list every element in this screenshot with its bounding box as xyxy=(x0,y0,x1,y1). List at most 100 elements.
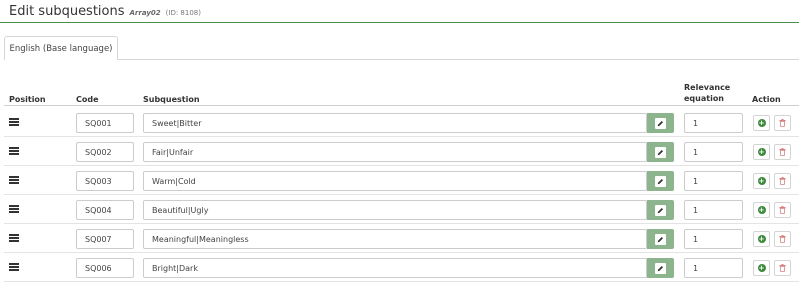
relevance-value: 1 xyxy=(693,205,699,215)
code-value: SQ004 xyxy=(85,205,112,215)
page-title: Edit subquestions xyxy=(9,4,125,19)
column-header-subquestion: Subquestion xyxy=(143,95,200,104)
subquestion-value: Meaningful|Meaningless xyxy=(152,234,249,244)
bars-icon[interactable] xyxy=(9,263,19,271)
plus-circle-icon: + xyxy=(757,177,766,185)
subquestion-value: Bright|Dark xyxy=(152,263,198,273)
pencil-icon xyxy=(655,204,666,216)
code-value: SQ007 xyxy=(85,234,112,244)
relevance-input[interactable]: 1 xyxy=(684,258,743,278)
relevance-value: 1 xyxy=(693,147,699,157)
trash-icon xyxy=(779,119,786,127)
table-row: SQ007 Meaningful|Meaningless 1 + xyxy=(0,225,799,253)
plus-circle-icon: + xyxy=(757,206,766,214)
subquestion-input[interactable]: Beautiful|Ugly xyxy=(143,200,647,220)
code-input[interactable]: SQ002 xyxy=(76,142,134,162)
edit-subquestion-button[interactable] xyxy=(647,142,674,162)
bars-icon[interactable] xyxy=(9,118,19,126)
subquestion-value: Beautiful|Ugly xyxy=(152,205,209,215)
code-input[interactable]: SQ004 xyxy=(76,200,134,220)
tab-base-language[interactable]: English (Base language) xyxy=(4,36,118,60)
trash-icon xyxy=(779,177,786,185)
subquestion-input[interactable]: Sweet|Bitter xyxy=(143,113,647,133)
relevance-input[interactable]: 1 xyxy=(684,200,743,220)
trash-icon xyxy=(779,264,786,272)
delete-subquestion-button[interactable] xyxy=(774,260,791,276)
code-value: SQ002 xyxy=(85,147,112,157)
bars-icon[interactable] xyxy=(9,147,19,155)
plus-circle-icon: + xyxy=(757,235,766,243)
subquestion-value: Sweet|Bitter xyxy=(152,118,202,128)
header-divider xyxy=(0,22,799,23)
column-header-code: Code xyxy=(76,95,99,104)
code-input[interactable]: SQ003 xyxy=(76,171,134,191)
table-row: SQ004 Beautiful|Ugly 1 + xyxy=(0,196,799,224)
column-header-position: Position xyxy=(9,95,46,104)
subquestion-input[interactable]: Bright|Dark xyxy=(143,258,647,278)
tab-divider xyxy=(118,59,799,60)
subquestion-value: Fair|Unfair xyxy=(152,147,194,157)
bars-icon[interactable] xyxy=(9,176,19,184)
relevance-value: 1 xyxy=(693,263,699,273)
page-header: Edit subquestions Array02 (ID: 8108) xyxy=(9,4,201,22)
plus-circle-icon: + xyxy=(757,148,766,156)
relevance-value: 1 xyxy=(693,176,699,186)
plus-circle-icon: + xyxy=(757,119,766,127)
subquestion-input[interactable]: Fair|Unfair xyxy=(143,142,647,162)
add-subquestion-button[interactable]: + xyxy=(753,260,770,276)
bars-icon[interactable] xyxy=(9,234,19,242)
trash-icon xyxy=(779,206,786,214)
tab-label: English (Base language) xyxy=(9,43,113,54)
pencil-icon xyxy=(655,233,666,245)
row-divider xyxy=(4,252,799,253)
delete-subquestion-button[interactable] xyxy=(774,144,791,160)
row-divider xyxy=(4,223,799,224)
code-value: SQ006 xyxy=(85,263,112,273)
plus-circle-icon: + xyxy=(757,264,766,272)
column-header-relevance: Relevance equation xyxy=(684,82,730,104)
edit-subquestion-button[interactable] xyxy=(647,200,674,220)
add-subquestion-button[interactable]: + xyxy=(753,144,770,160)
relevance-input[interactable]: 1 xyxy=(684,113,743,133)
edit-subquestion-button[interactable] xyxy=(647,171,674,191)
delete-subquestion-button[interactable] xyxy=(774,173,791,189)
bars-icon[interactable] xyxy=(9,205,19,213)
edit-subquestion-button[interactable] xyxy=(647,258,674,278)
edit-subquestion-button[interactable] xyxy=(647,113,674,133)
add-subquestion-button[interactable]: + xyxy=(753,231,770,247)
pencil-icon xyxy=(655,146,666,158)
column-header-relevance-line1: Relevance xyxy=(684,83,731,92)
add-subquestion-button[interactable]: + xyxy=(753,173,770,189)
subquestion-input[interactable]: Warm|Cold xyxy=(143,171,647,191)
code-value: SQ001 xyxy=(85,118,112,128)
row-divider xyxy=(4,165,799,166)
row-divider xyxy=(4,281,799,282)
relevance-value: 1 xyxy=(693,234,699,244)
edit-subquestion-button[interactable] xyxy=(647,229,674,249)
table-header-divider xyxy=(4,105,799,106)
table-row: SQ006 Bright|Dark 1 + xyxy=(0,254,799,282)
add-subquestion-button[interactable]: + xyxy=(753,115,770,131)
subquestion-input[interactable]: Meaningful|Meaningless xyxy=(143,229,647,249)
trash-icon xyxy=(779,235,786,243)
row-divider xyxy=(4,136,799,137)
delete-subquestion-button[interactable] xyxy=(774,202,791,218)
code-input[interactable]: SQ007 xyxy=(76,229,134,249)
code-input[interactable]: SQ001 xyxy=(76,113,134,133)
row-divider xyxy=(4,194,799,195)
column-header-relevance-line2: equation xyxy=(684,94,725,103)
relevance-input[interactable]: 1 xyxy=(684,229,743,249)
question-id: (ID: 8108) xyxy=(165,9,201,17)
table-row: SQ001 Sweet|Bitter 1 + xyxy=(0,109,799,137)
add-subquestion-button[interactable]: + xyxy=(753,202,770,218)
table-row: SQ003 Warm|Cold 1 + xyxy=(0,167,799,195)
pencil-icon xyxy=(655,175,666,187)
delete-subquestion-button[interactable] xyxy=(774,115,791,131)
delete-subquestion-button[interactable] xyxy=(774,231,791,247)
question-code: Array02 xyxy=(129,9,161,17)
trash-icon xyxy=(779,148,786,156)
relevance-input[interactable]: 1 xyxy=(684,142,743,162)
code-input[interactable]: SQ006 xyxy=(76,258,134,278)
pencil-icon xyxy=(655,262,666,274)
relevance-input[interactable]: 1 xyxy=(684,171,743,191)
